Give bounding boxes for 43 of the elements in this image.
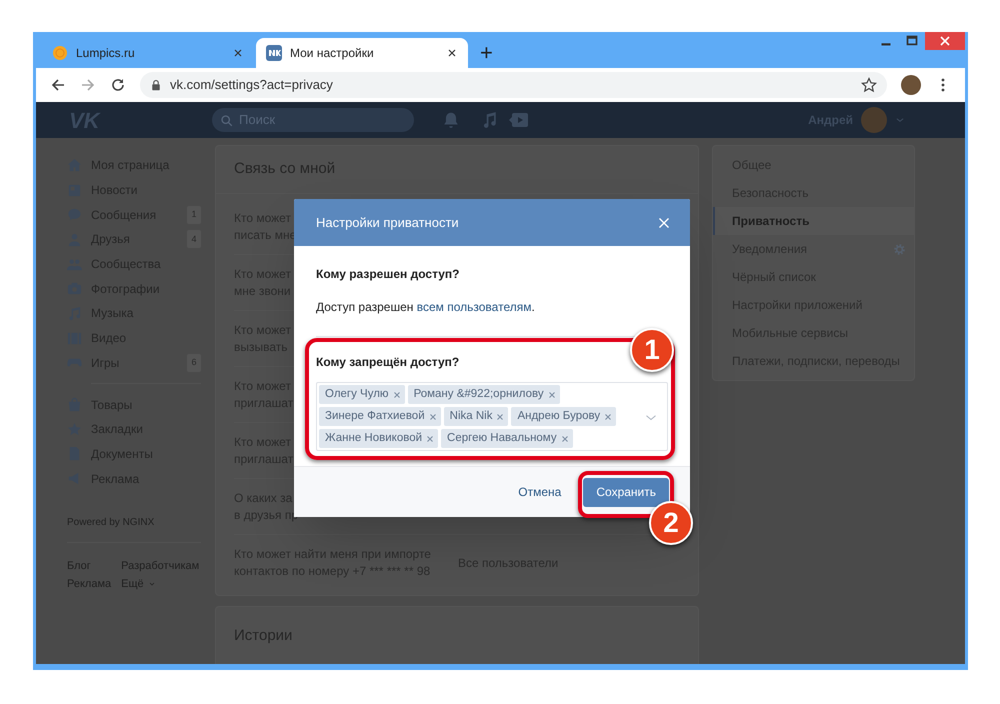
remove-icon[interactable] bbox=[496, 412, 504, 420]
tab-title: Мои настройки bbox=[290, 45, 375, 62]
bell-icon[interactable] bbox=[442, 111, 460, 129]
remove-icon[interactable] bbox=[560, 434, 569, 442]
users-link[interactable]: всем пользователям bbox=[416, 300, 532, 314]
user-token[interactable]: Зинере Фатхиевой bbox=[319, 407, 441, 426]
user-token[interactable]: Андрею Бурову bbox=[511, 407, 616, 426]
circle-logo-icon bbox=[52, 45, 68, 61]
close-icon[interactable] bbox=[232, 47, 244, 59]
forward-arrow-icon[interactable] bbox=[80, 77, 96, 93]
vk-tab-icon bbox=[266, 45, 282, 61]
user-token[interactable]: Nika Nik bbox=[444, 407, 508, 426]
remove-icon[interactable] bbox=[392, 390, 401, 398]
video-play-icon[interactable] bbox=[508, 111, 530, 129]
address-bar[interactable]: vk.com/settings?act=privacy bbox=[140, 72, 887, 98]
user-token[interactable]: Роману &#922;орнилову bbox=[408, 385, 560, 404]
avatar[interactable] bbox=[901, 75, 921, 95]
new-tab-button[interactable]: + bbox=[480, 42, 493, 64]
remove-icon[interactable] bbox=[426, 434, 434, 442]
browser-tab[interactable]: Мои настройки bbox=[256, 38, 468, 68]
section-heading: Кому разрешен доступ? bbox=[316, 266, 460, 283]
cancel-link[interactable]: Отмена bbox=[518, 483, 562, 501]
url-text: vk.com/settings?act=privacy bbox=[170, 76, 334, 94]
user-token[interactable]: Олегу Чулю bbox=[319, 385, 405, 404]
tab-title: Lumpics.ru bbox=[76, 45, 136, 62]
remove-icon[interactable] bbox=[548, 390, 556, 398]
access-text: Доступ разрешен всем пользователям. bbox=[316, 299, 535, 316]
close-window-icon[interactable] bbox=[925, 32, 965, 50]
user-token[interactable]: Сергею Навальному bbox=[441, 429, 573, 448]
lock-icon bbox=[150, 79, 162, 91]
dialog-title: Настройки приватности bbox=[316, 214, 460, 232]
search-icon bbox=[220, 114, 233, 126]
browser-tab[interactable]: Lumpics.ru bbox=[42, 38, 254, 68]
back-arrow-icon[interactable] bbox=[50, 77, 66, 93]
remove-icon[interactable] bbox=[604, 412, 612, 420]
section-heading: Кому запрещён доступ? bbox=[316, 354, 460, 371]
reload-icon[interactable] bbox=[110, 77, 126, 93]
remove-icon[interactable] bbox=[428, 412, 437, 420]
star-icon[interactable] bbox=[861, 77, 877, 93]
user-token[interactable]: Жанне Новиковой bbox=[319, 429, 438, 448]
close-icon[interactable] bbox=[446, 47, 458, 59]
save-button[interactable]: Сохранить bbox=[583, 478, 669, 506]
token-field[interactable]: Олегу Чулю Роману &#922;орнилову Зинере Фатхиевой Nika Nik Андрею Бурову Жанне Новиковой Сергею Навальному bbox=[316, 382, 668, 451]
